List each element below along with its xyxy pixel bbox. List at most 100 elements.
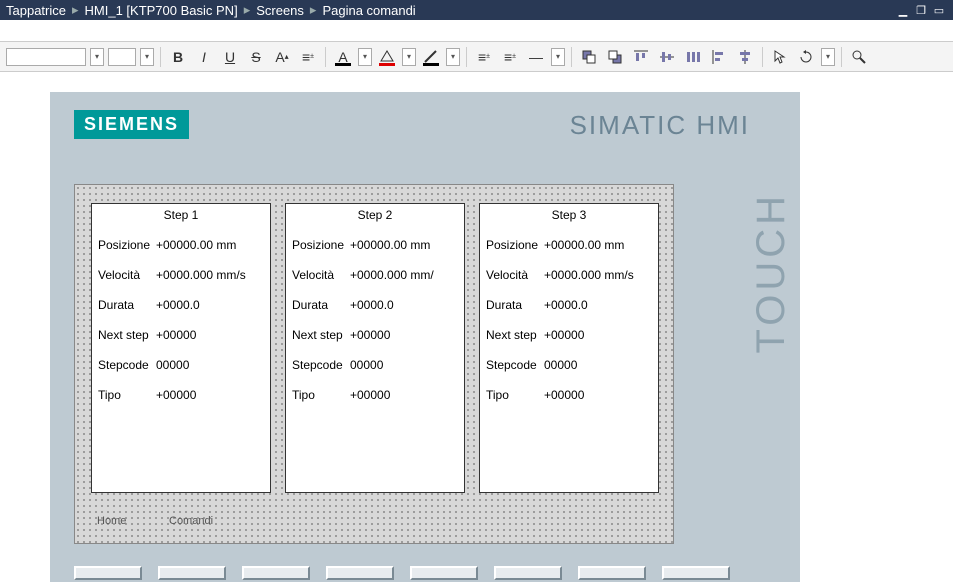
step-panel-2[interactable]: Step 2 Posizione+00000.00 mm Velocità+00…: [285, 203, 465, 493]
field-label[interactable]: Stepcode: [292, 358, 350, 372]
field-value[interactable]: +00000: [544, 388, 652, 402]
function-key-f1[interactable]: [74, 566, 142, 580]
field-label[interactable]: Posizione: [98, 238, 156, 252]
field-label[interactable]: Tipo: [486, 388, 544, 402]
chevron-right-icon: ▸: [244, 2, 251, 18]
bold-button[interactable]: B: [167, 46, 189, 68]
line-style-dropdown[interactable]: ▾: [551, 48, 565, 66]
align-vmiddle-button[interactable]: [656, 46, 678, 68]
field-value[interactable]: 00000: [156, 358, 264, 372]
font-size-dropdown[interactable]: ▾: [140, 48, 154, 66]
field-label[interactable]: Velocità: [486, 268, 544, 282]
step-panel-3[interactable]: Step 3 Posizione+00000.00 mm Velocità+00…: [479, 203, 659, 493]
touch-label: TOUCH: [749, 192, 794, 353]
field-label[interactable]: Stepcode: [486, 358, 544, 372]
rotate-button[interactable]: [795, 46, 817, 68]
simatic-label: SIMATIC HMI: [570, 110, 750, 141]
fill-color-button[interactable]: [376, 46, 398, 68]
field-label[interactable]: Velocità: [292, 268, 350, 282]
fill-color-dropdown[interactable]: ▾: [402, 48, 416, 66]
formatting-toolbar: ▾ ▾ B I U S A▴ ≡± A ▾ ▾ ▾ ≡± ≡± — ▾ ▾: [0, 42, 953, 72]
field-value[interactable]: +00000.00 mm: [350, 238, 458, 252]
function-key-f8[interactable]: [662, 566, 730, 580]
align-hcenter-button[interactable]: [734, 46, 756, 68]
breadcrumb-part[interactable]: Pagina comandi: [322, 3, 415, 18]
field-value[interactable]: +0000.0: [156, 298, 264, 312]
tab-strip: [0, 20, 953, 42]
send-back-button[interactable]: [604, 46, 626, 68]
zoom-tool-button[interactable]: [848, 46, 870, 68]
nav-home-button[interactable]: Home: [91, 511, 132, 531]
font-color-button[interactable]: A: [332, 46, 354, 68]
align-left-objects-button[interactable]: [708, 46, 730, 68]
maximize-button[interactable]: ▭: [931, 3, 947, 17]
nav-comandi-button[interactable]: Comandi: [163, 511, 219, 531]
function-key-f7[interactable]: [578, 566, 646, 580]
field-value[interactable]: +00000: [156, 388, 264, 402]
field-value[interactable]: +0000.0: [350, 298, 458, 312]
field-label[interactable]: Posizione: [486, 238, 544, 252]
line-color-dropdown[interactable]: ▾: [446, 48, 460, 66]
function-key-f4[interactable]: [326, 566, 394, 580]
font-name-input[interactable]: [6, 48, 86, 66]
field-value[interactable]: +00000.00 mm: [156, 238, 264, 252]
function-key-f6[interactable]: [494, 566, 562, 580]
pointer-tool-button[interactable]: [769, 46, 791, 68]
step-title[interactable]: Step 3: [486, 208, 652, 222]
field-label[interactable]: Durata: [292, 298, 350, 312]
align-center-button[interactable]: ≡±: [499, 46, 521, 68]
field-label[interactable]: Stepcode: [98, 358, 156, 372]
field-value[interactable]: 00000: [350, 358, 458, 372]
breadcrumb-part[interactable]: HMI_1 [KTP700 Basic PN]: [85, 3, 238, 18]
field-label[interactable]: Durata: [98, 298, 156, 312]
field-value[interactable]: +0000.000 mm/s: [156, 268, 264, 282]
step-title[interactable]: Step 1: [98, 208, 264, 222]
restore-button[interactable]: ❐: [913, 3, 929, 17]
font-color-dropdown[interactable]: ▾: [358, 48, 372, 66]
breadcrumb-part[interactable]: Screens: [256, 3, 304, 18]
step-panel-1[interactable]: Step 1 Posizione+00000.00 mm Velocità+00…: [91, 203, 271, 493]
rotate-dropdown[interactable]: ▾: [821, 48, 835, 66]
bring-front-button[interactable]: [578, 46, 600, 68]
align-top-button[interactable]: [630, 46, 652, 68]
minimize-button[interactable]: ▁: [895, 3, 911, 17]
field-value[interactable]: +00000: [350, 328, 458, 342]
field-label[interactable]: Tipo: [98, 388, 156, 402]
field-label[interactable]: Posizione: [292, 238, 350, 252]
chevron-right-icon: ▸: [310, 2, 317, 18]
editor-canvas[interactable]: SIEMENS SIMATIC HMI TOUCH Step 1 Posizio…: [0, 72, 953, 583]
field-label[interactable]: Next step: [486, 328, 544, 342]
function-key-f3[interactable]: [242, 566, 310, 580]
field-label[interactable]: Durata: [486, 298, 544, 312]
field-label[interactable]: Velocità: [98, 268, 156, 282]
field-value[interactable]: +00000: [350, 388, 458, 402]
line-style-button[interactable]: —: [525, 46, 547, 68]
distribute-h-button[interactable]: [682, 46, 704, 68]
field-value[interactable]: +0000.000 mm/: [350, 268, 458, 282]
font-size-input[interactable]: [108, 48, 136, 66]
chevron-right-icon: ▸: [72, 2, 79, 18]
field-value[interactable]: +0000.000 mm/s: [544, 268, 652, 282]
align-button[interactable]: ≡±: [297, 46, 319, 68]
function-key-f2[interactable]: [158, 566, 226, 580]
field-value[interactable]: 00000: [544, 358, 652, 372]
siemens-logo: SIEMENS: [74, 110, 189, 139]
step-title[interactable]: Step 2: [292, 208, 458, 222]
italic-button[interactable]: I: [193, 46, 215, 68]
function-key-f5[interactable]: [410, 566, 478, 580]
field-label[interactable]: Next step: [292, 328, 350, 342]
strikethrough-button[interactable]: S: [245, 46, 267, 68]
line-color-button[interactable]: [420, 46, 442, 68]
field-label[interactable]: Tipo: [292, 388, 350, 402]
field-value[interactable]: +00000.00 mm: [544, 238, 652, 252]
field-value[interactable]: +00000: [156, 328, 264, 342]
hmi-screen[interactable]: Step 1 Posizione+00000.00 mm Velocità+00…: [74, 184, 674, 544]
font-increase-button[interactable]: A▴: [271, 46, 293, 68]
breadcrumb-part[interactable]: Tappatrice: [6, 3, 66, 18]
field-value[interactable]: +00000: [544, 328, 652, 342]
field-value[interactable]: +0000.0: [544, 298, 652, 312]
field-label[interactable]: Next step: [98, 328, 156, 342]
align-left-button[interactable]: ≡±: [473, 46, 495, 68]
font-name-dropdown[interactable]: ▾: [90, 48, 104, 66]
underline-button[interactable]: U: [219, 46, 241, 68]
